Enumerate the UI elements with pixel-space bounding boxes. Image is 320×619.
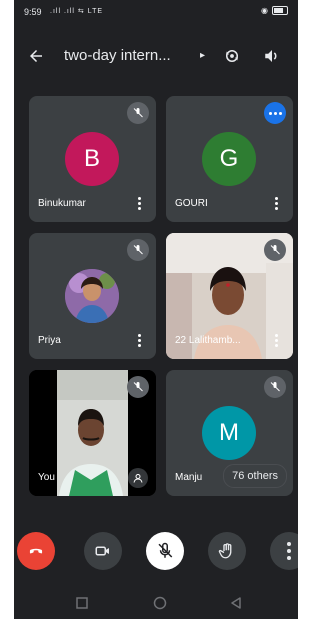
participant-tile-binukumar[interactable]: B Binukumar [29, 96, 156, 222]
more-vert-icon[interactable] [134, 331, 144, 349]
avatar: B [65, 132, 119, 186]
back-icon[interactable] [230, 596, 244, 610]
participant-name: Manju [175, 472, 203, 483]
battery-icon [272, 6, 288, 15]
more-options-button[interactable] [270, 532, 298, 570]
participant-name: Priya [38, 335, 61, 346]
call-controls [14, 528, 298, 576]
mic-off-icon [127, 239, 149, 261]
participant-tile-gouri[interactable]: G GOURI [166, 96, 293, 222]
speaking-indicator-icon [264, 102, 286, 124]
participant-name: Binukumar [38, 198, 86, 209]
meeting-title[interactable]: two-day intern... [64, 47, 171, 64]
camera-toggle-button[interactable] [84, 532, 122, 570]
mic-off-icon [127, 102, 149, 124]
mic-off-icon [264, 376, 286, 398]
status-right: ◉ [261, 6, 288, 15]
more-vert-icon [287, 542, 291, 560]
phone-hangup-icon [29, 548, 43, 554]
more-vert-icon[interactable] [271, 194, 281, 212]
recents-icon[interactable] [76, 596, 90, 610]
more-vert-icon[interactable] [134, 194, 144, 212]
participant-tile-manju[interactable]: M Manju 76 others [166, 370, 293, 496]
switch-camera-icon[interactable] [220, 44, 244, 68]
end-call-button[interactable] [17, 532, 55, 570]
background-effects-icon[interactable] [128, 468, 148, 488]
hand-icon [218, 543, 232, 559]
title-chevron-icon[interactable]: ▸ [200, 50, 205, 61]
videocam-icon [95, 546, 109, 556]
back-arrow-icon[interactable] [24, 44, 48, 68]
profile-photo [65, 269, 119, 323]
participant-name: GOURI [175, 198, 208, 209]
status-time: 9:59 [24, 7, 42, 17]
more-vert-icon[interactable] [271, 331, 281, 349]
others-count-pill[interactable]: 76 others [223, 464, 287, 488]
top-bar: two-day intern... ▸ [14, 36, 298, 76]
signal-icons: .ıll .ıll ⇆ LTE [50, 8, 104, 15]
participant-tile-lalithamb[interactable]: 22 Lalithamb... [166, 233, 293, 359]
avatar: G [202, 132, 256, 186]
mic-off-icon [264, 239, 286, 261]
system-nav-bar [14, 588, 298, 619]
participant-name: You [38, 472, 55, 483]
raise-hand-button[interactable] [208, 532, 246, 570]
participant-tile-self[interactable]: You [29, 370, 156, 496]
avatar: M [202, 406, 256, 460]
alarm-icon: ◉ [261, 6, 268, 15]
status-bar: 9:59 .ıll .ıll ⇆ LTE ◉ [14, 0, 298, 22]
home-icon[interactable] [153, 596, 167, 610]
mic-toggle-button[interactable] [146, 532, 184, 570]
speaker-icon[interactable] [260, 44, 284, 68]
participant-tile-priya[interactable]: Priya [29, 233, 156, 359]
mic-off-icon [158, 542, 173, 558]
meet-screen: 9:59 .ıll .ıll ⇆ LTE ◉ two-day intern...… [14, 0, 298, 619]
participant-name: 22 Lalithamb... [175, 335, 241, 346]
mic-off-icon [127, 376, 149, 398]
